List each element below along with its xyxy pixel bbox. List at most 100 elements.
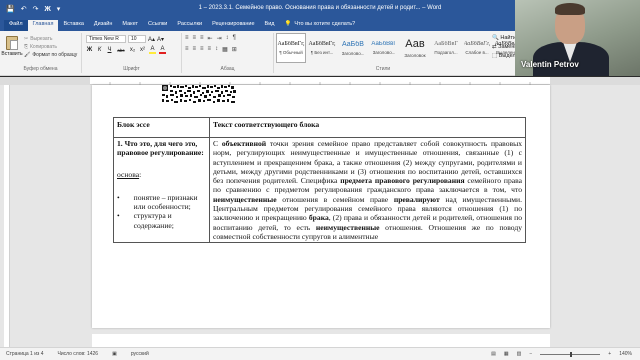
bullets-button[interactable]: ≡: [185, 35, 189, 42]
bold-button[interactable]: Ж: [86, 47, 93, 53]
style-no-spacing[interactable]: АаБбВвГг, ¶ Без инт...: [307, 33, 337, 63]
font-name-select[interactable]: Times New R: [86, 35, 126, 43]
table-row: 1. Что это, для чего это, правовое регул…: [113, 136, 526, 244]
bold-text-segment: брака: [308, 213, 329, 223]
shading-button[interactable]: ▦: [222, 46, 228, 53]
align-center-button[interactable]: ≡: [193, 46, 197, 53]
highlight-button[interactable]: A: [149, 46, 156, 54]
zoom-out-icon[interactable]: −: [529, 351, 532, 357]
webcam-overlay: Valentin Petrov: [515, 0, 640, 76]
zoom-level[interactable]: 140%: [619, 351, 632, 357]
clipboard-icon: [6, 36, 18, 50]
left-cell[interactable]: 1. Что это, для чего это, правовое регул…: [113, 136, 210, 244]
essay-table[interactable]: Блок эссе Текст соответствующего блока 1…: [113, 117, 526, 244]
status-bar: Страница 1 из 4 Число слов: 1426 ▣ русск…: [0, 347, 640, 360]
align-left-button[interactable]: ≡: [185, 46, 189, 53]
zoom-thumb[interactable]: [570, 351, 573, 357]
font-size-select[interactable]: 10: [128, 35, 146, 43]
clipboard-group-label: Буфер обмена: [23, 66, 58, 72]
style-title[interactable]: Аав Заголовок: [400, 33, 430, 63]
tab-view[interactable]: Вид: [260, 20, 280, 31]
zoom-in-icon[interactable]: +: [608, 351, 611, 357]
basis-line: основа:: [117, 169, 142, 179]
subscript-button[interactable]: x₂: [129, 47, 136, 53]
bold-text-segment: неимущественные: [315, 222, 380, 232]
tab-layout[interactable]: Макет: [117, 20, 143, 31]
align-right-button[interactable]: ≡: [200, 46, 204, 53]
document-page[interactable]: Блок эссе Текст соответствующего блока 1…: [92, 85, 550, 328]
header-block-essay[interactable]: Блок эссе: [113, 117, 210, 138]
cut-button[interactable]: ✂ Вырезать: [24, 36, 77, 42]
basis-label: основа: [117, 169, 140, 179]
bold-text-segment: предмета правового регулирования: [340, 176, 465, 186]
style-heading-1[interactable]: АаБбВ Заголово...: [338, 33, 368, 63]
left-cell-heading: 1. Что это, для чего это, правовое регул…: [117, 139, 204, 158]
word-count[interactable]: Число слов: 1426: [57, 351, 98, 357]
style-subtle-emphasis[interactable]: АаБбВвГг, Слабое в...: [462, 33, 492, 63]
tab-file[interactable]: Файл: [4, 20, 28, 31]
tab-design[interactable]: Дизайн: [89, 20, 118, 31]
replace-icon: ⇄: [492, 44, 497, 50]
tell-me-search[interactable]: 💡 Что вы хотите сделать?: [280, 20, 361, 31]
justify-button[interactable]: ≡: [208, 46, 212, 53]
right-cell-text[interactable]: С объективной точки зрения семейное прав…: [209, 136, 526, 244]
tell-me-placeholder: Что вы хотите сделать?: [294, 21, 356, 27]
sort-button[interactable]: ↕: [226, 35, 229, 42]
language[interactable]: русский: [131, 351, 149, 357]
zoom-slider[interactable]: [540, 351, 601, 357]
styles-gallery: АаБбВвГг, ¶ Обычный АаБбВвГг, ¶ Без инт.…: [276, 33, 524, 65]
list-item: • структура и содержание;: [117, 211, 174, 230]
clipboard-group: Вставить ✂ Вырезать ⎘ Копировать 🖌 Формат п…: [0, 33, 82, 73]
borders-button[interactable]: ⊞: [232, 46, 237, 53]
document-workspace: Блок эссе Текст соответствующего блока 1…: [0, 85, 640, 348]
decrease-indent-button[interactable]: ⇤: [208, 35, 213, 42]
grow-font-icon[interactable]: A▴: [148, 36, 155, 43]
tab-references[interactable]: Ссылки: [143, 20, 172, 31]
font-color-button[interactable]: A: [159, 46, 166, 54]
brush-icon: 🖌: [24, 52, 31, 58]
tab-review[interactable]: Рецензирование: [207, 20, 259, 31]
italic-button[interactable]: К: [96, 47, 103, 53]
list-item: • понятие – признаки или особенности;: [117, 192, 198, 212]
multilevel-list-button[interactable]: ≡: [200, 35, 204, 42]
tab-mailings[interactable]: Рассылки: [172, 20, 207, 31]
print-layout-icon[interactable]: ▦: [504, 351, 509, 357]
table-header-row: Блок эссе Текст соответствующего блока: [113, 117, 526, 138]
search-icon: 🔍: [492, 35, 499, 41]
scissors-icon: ✂: [24, 36, 29, 42]
numbering-button[interactable]: ≡: [193, 35, 197, 42]
copy-icon: ⎘: [24, 44, 29, 50]
web-layout-icon[interactable]: ▥: [517, 351, 522, 357]
vertical-ruler[interactable]: [4, 85, 10, 347]
show-marks-button[interactable]: ¶: [233, 35, 236, 42]
superscript-button[interactable]: x²: [139, 47, 146, 53]
style-heading-2[interactable]: АаБбВвГ Заголово...: [369, 33, 399, 63]
paste-button[interactable]: Вставить: [1, 36, 23, 62]
page-count[interactable]: Страница 1 из 4: [6, 351, 43, 357]
header-block-text[interactable]: Текст соответствующего блока: [209, 117, 526, 138]
increase-indent-button[interactable]: ⇥: [217, 35, 222, 42]
underline-button[interactable]: Ч: [106, 47, 113, 53]
strikethrough-button[interactable]: abc: [116, 48, 126, 53]
proofing-icon[interactable]: ▣: [112, 351, 117, 357]
copy-button[interactable]: ⎘ Копировать: [24, 44, 77, 50]
text-segment: отношения в семейном праве: [276, 194, 394, 204]
text-segment: С: [213, 139, 222, 148]
style-normal[interactable]: АаБбВвГг, ¶ Обычный: [276, 33, 306, 63]
line-spacing-button[interactable]: ↕: [215, 46, 218, 53]
style-subtitle[interactable]: АаБбВвГ Подзагол...: [431, 33, 461, 63]
horizontal-ruler[interactable]: [90, 77, 550, 85]
lightbulb-icon: 💡: [284, 21, 292, 27]
styles-group-label: Стили: [375, 66, 391, 72]
presenter-name: Valentin Petrov: [521, 60, 579, 69]
ruler-margin-left: [0, 77, 90, 85]
read-mode-icon[interactable]: ▤: [491, 351, 496, 357]
shrink-font-icon[interactable]: A▾: [157, 36, 164, 43]
format-painter-button[interactable]: 🖌 Формат по образцу: [24, 52, 77, 58]
bullet-icon: •: [117, 192, 120, 202]
bold-text-segment: неимущественные: [213, 194, 277, 204]
tab-home[interactable]: Главная: [27, 20, 59, 31]
tab-insert[interactable]: Вставка: [58, 20, 88, 31]
view-zoom-controls: ▤ ▦ ▥ − + 140%: [491, 351, 632, 357]
bold-text-segment: превалируют: [393, 194, 440, 204]
